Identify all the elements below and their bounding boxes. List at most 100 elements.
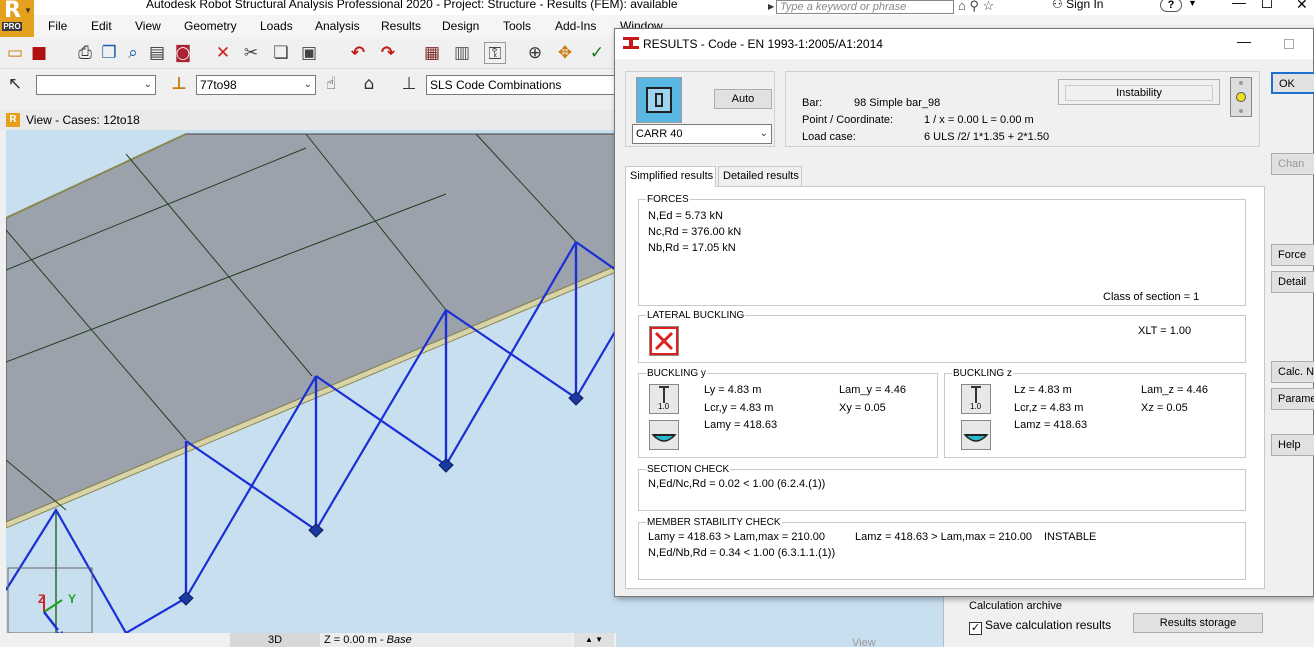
lateral-buckling-disabled-icon[interactable] <box>649 326 679 356</box>
expand-icon[interactable]: ▶ <box>768 1 774 13</box>
forces-line: Nb,Rd = 17.05 kN <box>648 242 736 254</box>
selection-combo[interactable]: ⌄ <box>36 75 156 95</box>
close-button[interactable]: ✕ <box>1296 0 1308 13</box>
section-select[interactable]: CARR 40 ⌄ <box>632 124 772 144</box>
buckling-z-coef: 1.0 <box>970 402 982 411</box>
menu-tools[interactable]: Tools <box>503 19 531 33</box>
forces-button[interactable]: Force <box>1271 244 1314 266</box>
save-icon[interactable]: ■ <box>28 42 50 64</box>
chevron-down-icon: ⌄ <box>759 128 768 139</box>
buckling-y-lcr: Lcr,y = 4.83 m <box>704 402 774 414</box>
minimize-button[interactable]: — <box>1232 0 1246 10</box>
user-icon: ⚲ <box>969 0 980 13</box>
cursor-icon[interactable]: ↖ <box>4 73 26 95</box>
camera-icon[interactable]: ◙ <box>172 42 194 64</box>
auto-button[interactable]: Auto <box>714 89 772 109</box>
calc-archive-label: Calculation archive <box>969 600 1062 612</box>
buckling-z-chi: Xz = 0.05 <box>1141 402 1188 414</box>
buckling-z-length-icon[interactable]: 1.0 <box>961 384 991 414</box>
query-icon[interactable]: ☝ <box>320 73 342 95</box>
house-icon[interactable]: ⌂ <box>358 73 380 95</box>
dialog-maximize-button[interactable] <box>1284 39 1294 49</box>
paste-icon[interactable]: ▣ <box>298 42 320 64</box>
pan-icon[interactable]: ✥ <box>554 42 576 64</box>
indicator-light-icon <box>1236 92 1246 102</box>
menu-add-ins[interactable]: Add-Ins <box>555 19 596 33</box>
dialog-minimize-button[interactable]: — <box>1237 33 1251 49</box>
print-icon[interactable]: ⎙ <box>74 42 96 64</box>
maximize-button[interactable] <box>1262 0 1272 8</box>
bar-list-combo[interactable]: 77to98 ⌄ <box>196 75 316 95</box>
menu-analysis[interactable]: Analysis <box>315 19 360 33</box>
delete-icon[interactable]: ✕ <box>212 42 234 64</box>
section-check-result: N,Ed/Nc,Rd = 0.02 < 1.00 (6.2.4.(1)) <box>648 478 826 490</box>
undo-icon[interactable]: ↶ <box>347 42 369 64</box>
plane-indicator[interactable]: Z = 0.00 m - Base <box>320 633 572 647</box>
buckling-y-curve-icon[interactable] <box>649 420 679 450</box>
cut-icon[interactable]: ✂ <box>240 42 262 64</box>
results-dialog: RESULTS - Code - EN 1993-1:2005/A1:2014 … <box>614 28 1314 597</box>
person-icon: ⚇ <box>1052 0 1063 11</box>
load-combination-combo[interactable]: SLS Code Combinations <box>426 75 626 95</box>
instability-box: Instability <box>1058 79 1220 105</box>
book-icon[interactable]: ❐ <box>98 42 120 64</box>
chevron-down-icon[interactable]: ▼ <box>1188 0 1197 8</box>
menu-results[interactable]: Results <box>381 19 421 33</box>
buckling-y-length: Ly = 4.83 m <box>704 384 762 396</box>
menu-geometry[interactable]: Geometry <box>184 19 237 33</box>
star-icon: ☆ <box>982 0 995 13</box>
zoom-icon[interactable]: ⊕ <box>524 42 546 64</box>
lateral-buckling-title: LATERAL BUCKLING <box>646 310 746 321</box>
box-section-icon[interactable] <box>636 77 682 123</box>
tab-detailed-results[interactable]: Detailed results <box>718 166 802 186</box>
save-calc-checkbox[interactable]: ✓ Save calculation results <box>969 618 1111 635</box>
select-icon[interactable]: ✓ <box>586 42 608 64</box>
tables-icon[interactable]: ▥ <box>451 42 473 64</box>
menu-edit[interactable]: Edit <box>91 19 112 33</box>
menu-view[interactable]: View <box>135 19 161 33</box>
3d-viewport[interactable]: Z Y X <box>6 130 616 633</box>
tab-simplified-results[interactable]: Simplified results <box>625 166 716 187</box>
buckling-z-section: BUCKLING z 1.0 Lz = 4.83 m Lcr,z = 4.83 … <box>944 368 1246 458</box>
search-input[interactable]: ▶ Type a keyword or phrase <box>768 0 954 14</box>
app-logo[interactable]: R PRO ▼ <box>0 0 34 37</box>
status-light <box>1230 77 1252 117</box>
view-mode-tab[interactable]: 3D <box>230 633 320 647</box>
results-storage-button[interactable]: Results storage <box>1133 613 1263 633</box>
report-icon[interactable]: ▤ <box>146 42 168 64</box>
calc-note-button[interactable]: Calc. N <box>1271 361 1314 383</box>
details-button[interactable]: Detail <box>1271 271 1314 293</box>
buckling-y-title: BUCKLING y <box>646 368 707 379</box>
bar-select-icon[interactable]: ⊥ <box>168 73 190 95</box>
sign-in-link[interactable]: ⚇ Sign In <box>1052 0 1103 11</box>
dialog-title-bar[interactable]: RESULTS - Code - EN 1993-1:2005/A1:2014 … <box>615 29 1313 59</box>
chevron-down-icon: ⌄ <box>143 79 152 90</box>
buckling-z-curve-icon[interactable] <box>961 420 991 450</box>
menu-loads[interactable]: Loads <box>260 19 293 33</box>
menu-design[interactable]: Design <box>442 19 479 33</box>
parameters-button[interactable]: Parame <box>1271 388 1314 410</box>
help-button[interactable]: Help <box>1271 434 1314 456</box>
menu-file[interactable]: File <box>48 19 67 33</box>
help-button[interactable]: ? <box>1160 0 1182 12</box>
load-case-label: Load case: <box>802 131 856 143</box>
plane-stepper[interactable]: ▲ ▼ <box>574 633 614 647</box>
xlt-value: XLT = 1.00 <box>1138 325 1192 337</box>
open-folder-icon[interactable]: ▭ <box>4 42 26 64</box>
member-stability-title: MEMBER STABILITY CHECK <box>646 517 782 528</box>
buckling-y-lambda: Lamy = 418.63 <box>704 419 778 431</box>
title-bar: Autodesk Robot Structural Analysis Profe… <box>0 0 1314 15</box>
change-button[interactable]: Chan <box>1271 153 1314 175</box>
redo-icon[interactable]: ↷ <box>377 42 399 64</box>
robot-view-icon: R <box>6 113 20 127</box>
title-bar-icons[interactable]: ⌂ ⚲ ☆ <box>958 0 994 14</box>
lock-icon[interactable]: ⚿ <box>484 42 506 64</box>
copy-icon[interactable]: ❏ <box>270 42 292 64</box>
buckling-y-lam-rel: Lam_y = 4.46 <box>839 384 906 396</box>
load-case-icon[interactable]: ⊥ <box>398 73 420 95</box>
buckling-y-length-icon[interactable]: 1.0 <box>649 384 679 414</box>
structure-model[interactable] <box>6 130 616 633</box>
ok-button[interactable]: OK <box>1271 72 1314 94</box>
calculator-icon[interactable]: ▦ <box>421 42 443 64</box>
preview-icon[interactable]: ⌕ <box>122 42 144 64</box>
